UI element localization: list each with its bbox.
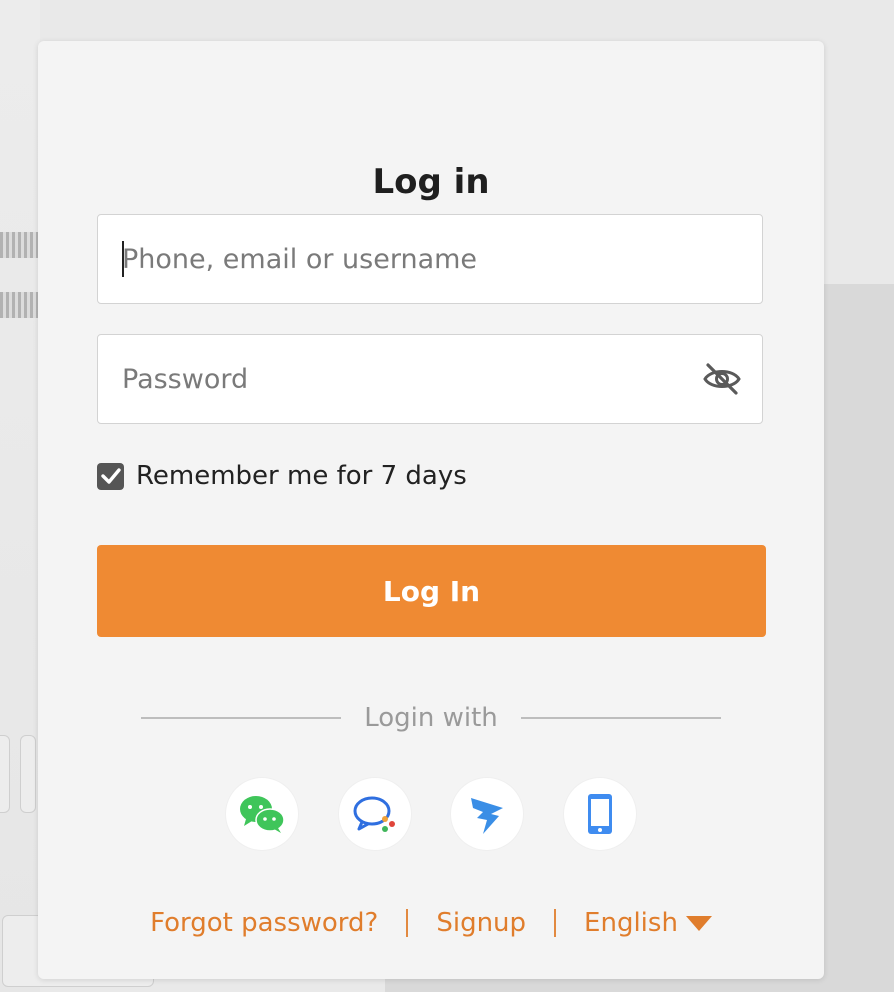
checkmark-icon bbox=[100, 468, 121, 484]
background-card bbox=[0, 735, 10, 813]
background-decoration bbox=[0, 292, 38, 318]
remember-me-checkbox[interactable] bbox=[97, 462, 124, 490]
chevron-down-icon bbox=[685, 915, 712, 931]
login-button[interactable]: Log In bbox=[97, 545, 766, 637]
background-app-panel bbox=[385, 978, 825, 992]
divider-line-left bbox=[141, 717, 341, 719]
signup-link[interactable]: Signup bbox=[436, 908, 526, 938]
password-field-container bbox=[97, 334, 763, 424]
background-app-left bbox=[0, 0, 40, 992]
eye-slash-icon[interactable] bbox=[702, 362, 742, 396]
wechat-login-button[interactable] bbox=[226, 778, 298, 850]
login-with-label: Login with bbox=[364, 703, 498, 733]
phone-login-button[interactable] bbox=[564, 778, 636, 850]
footer-separator bbox=[554, 909, 557, 937]
login-modal: Log in Remember me for 7 days Log In Log… bbox=[38, 41, 824, 979]
remember-me-row: Remember me for 7 days bbox=[97, 461, 467, 491]
forgot-password-link[interactable]: Forgot password? bbox=[150, 908, 378, 938]
username-input[interactable] bbox=[122, 215, 682, 303]
username-field-container bbox=[97, 214, 763, 304]
background-card bbox=[20, 735, 36, 813]
language-label: English bbox=[584, 908, 678, 938]
login-title: Log in bbox=[372, 162, 490, 202]
login-with-divider: Login with bbox=[141, 701, 721, 735]
background-app-panel bbox=[820, 284, 894, 992]
mobile-phone-icon bbox=[588, 794, 612, 834]
dingtalk-icon bbox=[471, 798, 503, 834]
dingtalk-login-button[interactable] bbox=[451, 778, 523, 850]
password-input[interactable] bbox=[122, 335, 682, 423]
wechat-icon bbox=[240, 796, 285, 833]
chat-bubble-icon bbox=[353, 796, 395, 832]
remember-me-label: Remember me for 7 days bbox=[136, 461, 467, 491]
feishu-login-button[interactable] bbox=[339, 778, 411, 850]
text-cursor bbox=[122, 241, 124, 277]
divider-line-right bbox=[520, 717, 721, 719]
language-selector[interactable]: English bbox=[584, 908, 712, 938]
background-decoration bbox=[0, 232, 38, 258]
footer-links: Forgot password? Signup English bbox=[38, 903, 824, 943]
footer-separator bbox=[406, 909, 409, 937]
